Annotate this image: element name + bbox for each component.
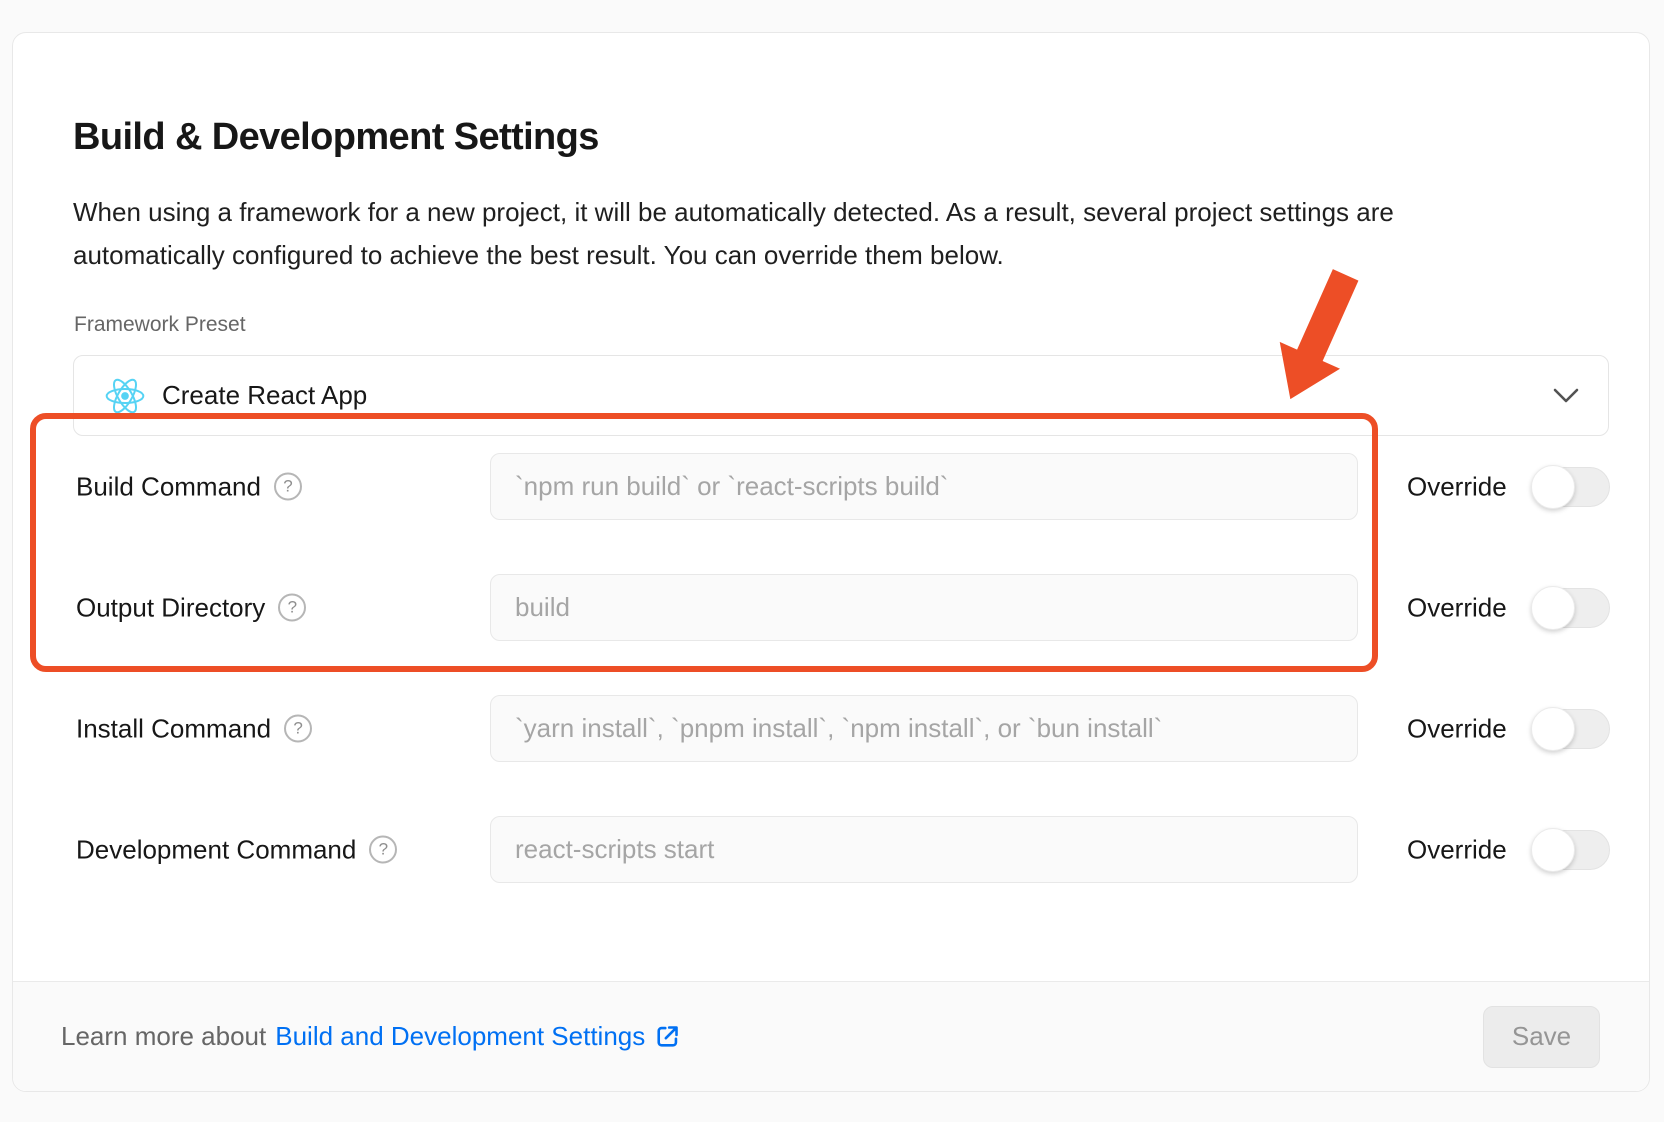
build-settings-docs-link[interactable]: Build and Development Settings (275, 1021, 681, 1052)
framework-preset-label: Framework Preset (74, 313, 246, 337)
help-glyph: ? (283, 477, 292, 497)
override-label: Override (1407, 592, 1507, 623)
override-toggle[interactable] (1532, 467, 1610, 507)
help-glyph: ? (379, 840, 388, 860)
build-command-input[interactable] (490, 453, 1358, 520)
selected-framework-value: Create React App (162, 380, 367, 411)
override-toggle[interactable] (1532, 709, 1610, 749)
help-glyph: ? (288, 598, 297, 618)
chevron-down-icon (1552, 387, 1580, 404)
question-mark-icon[interactable]: ? (278, 594, 306, 622)
output-directory-row: Output Directory ? Override (76, 574, 1614, 641)
override-toggle[interactable] (1532, 588, 1610, 628)
save-button[interactable]: Save (1483, 1006, 1600, 1068)
development-command-label: Development Command (76, 834, 356, 865)
question-mark-icon[interactable]: ? (369, 836, 397, 864)
development-command-row: Development Command ? Override (76, 816, 1614, 883)
override-label: Override (1407, 713, 1507, 744)
output-directory-input[interactable] (490, 574, 1358, 641)
question-mark-icon[interactable]: ? (274, 473, 302, 501)
toggle-knob (1531, 465, 1575, 509)
settings-card: Build & Development Settings When using … (12, 32, 1650, 1092)
toggle-knob (1531, 586, 1575, 630)
page-title: Build & Development Settings (73, 116, 599, 159)
override-label: Override (1407, 834, 1507, 865)
output-directory-label: Output Directory (76, 592, 265, 623)
build-command-label: Build Command (76, 471, 261, 502)
install-command-label: Install Command (76, 713, 271, 744)
development-command-input[interactable] (490, 816, 1358, 883)
toggle-knob (1531, 828, 1575, 872)
description-line-2: automatically configured to achieve the … (73, 234, 1503, 277)
question-mark-icon[interactable]: ? (284, 715, 312, 743)
override-label: Override (1407, 471, 1507, 502)
external-link-icon (654, 1023, 681, 1050)
description-line-1: When using a framework for a new project… (73, 191, 1503, 234)
card-footer: Learn more about Build and Development S… (13, 981, 1649, 1091)
learn-more-prefix: Learn more about (61, 1021, 266, 1052)
override-toggle[interactable] (1532, 830, 1610, 870)
install-command-row: Install Command ? Override (76, 695, 1614, 762)
section-description: When using a framework for a new project… (73, 191, 1503, 277)
install-command-input[interactable] (490, 695, 1358, 762)
toggle-knob (1531, 707, 1575, 751)
link-label: Build and Development Settings (275, 1021, 645, 1052)
learn-more-text: Learn more about Build and Development S… (61, 1021, 681, 1052)
framework-preset-select[interactable]: Create React App (73, 355, 1609, 436)
help-glyph: ? (293, 719, 302, 739)
react-logo-icon (105, 376, 145, 416)
build-command-row: Build Command ? Override (76, 453, 1614, 520)
